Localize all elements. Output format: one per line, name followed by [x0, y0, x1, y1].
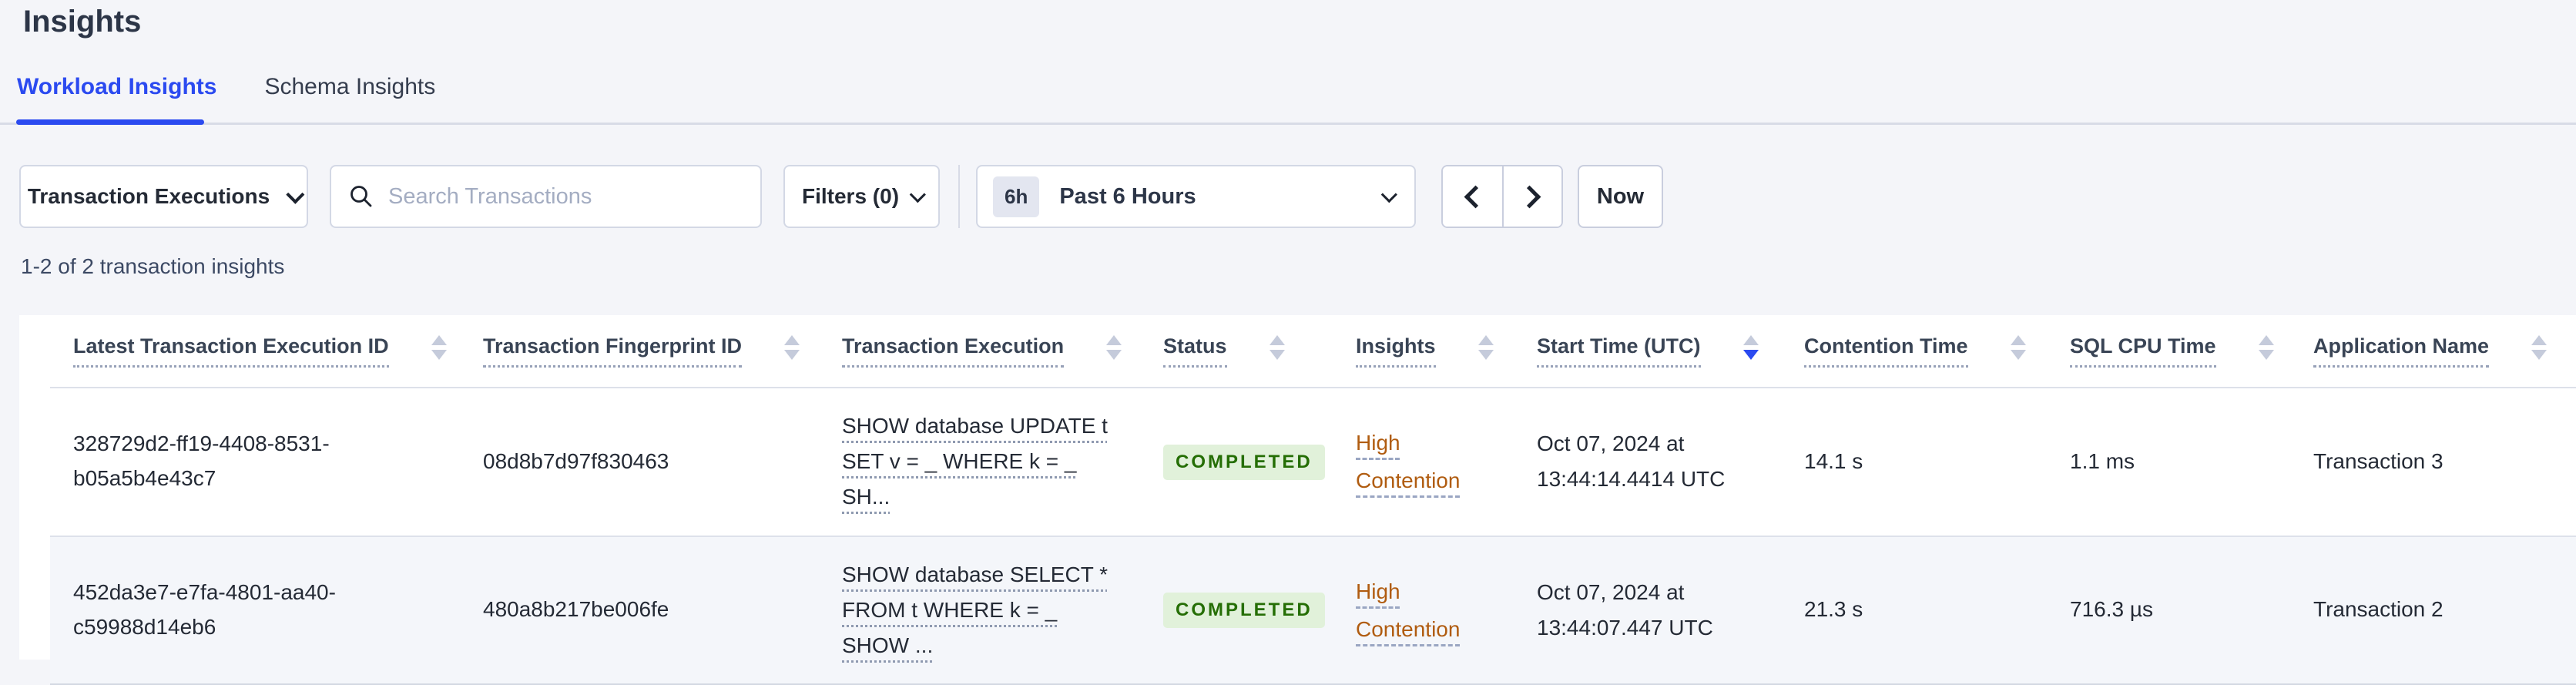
chevron-right-icon	[1518, 185, 1541, 208]
sort-icon	[1478, 334, 1494, 360]
time-range-label: Past 6 Hours	[1059, 183, 1196, 209]
chevron-down-icon	[909, 186, 926, 203]
search-box[interactable]	[330, 165, 762, 228]
tab-bar: Workload Insights Schema Insights	[17, 74, 435, 100]
table-row: 328729d2-ff19-4408-8531-b05a5b4e43c7 08d…	[50, 387, 2576, 536]
filters-button-label: Filters (0)	[801, 184, 900, 208]
status-badge: COMPLETED	[1163, 593, 1325, 629]
column-header-fingerprint-id[interactable]: Transaction Fingerprint ID	[460, 315, 819, 388]
column-header-status[interactable]: Status	[1140, 315, 1333, 388]
insights-table-card: Latest Transaction Execution ID Transact…	[19, 315, 2576, 685]
transaction-execution-link[interactable]: SHOW database UPDATE t SET v = _ WHERE k…	[842, 408, 1119, 515]
tab-divider	[0, 123, 2576, 125]
insight-type-dropdown-label: Transaction Executions	[27, 184, 270, 208]
sort-icon	[431, 334, 447, 360]
tab-workload-insights[interactable]: Workload Insights	[17, 74, 216, 100]
latest-execution-id: 328729d2-ff19-4408-8531-b05a5b4e43c7	[73, 431, 330, 491]
column-header-transaction-execution[interactable]: Transaction Execution	[819, 315, 1140, 388]
sql-cpu-time: 1.1 ms	[2070, 448, 2135, 473]
search-icon	[351, 186, 372, 207]
insight-type-dropdown[interactable]: Transaction Executions	[19, 165, 308, 228]
column-header-contention-time[interactable]: Contention Time	[1781, 315, 2047, 388]
now-button[interactable]: Now	[1578, 165, 1663, 228]
time-range-badge: 6h	[993, 176, 1040, 217]
next-time-range-button[interactable]	[1502, 166, 1561, 227]
fingerprint-id: 480a8b217be006fe	[483, 597, 669, 622]
start-time: Oct 07, 2024 at 13:44:07.447 UTC	[1537, 579, 1713, 640]
sort-icon	[1269, 334, 1285, 360]
column-header-start-time[interactable]: Start Time (UTC)	[1514, 315, 1781, 388]
transaction-execution-link[interactable]: SHOW database SELECT * FROM t WHERE k = …	[842, 557, 1119, 664]
previous-time-range-button[interactable]	[1443, 166, 1502, 227]
chevron-down-icon	[286, 185, 305, 204]
sort-icon	[2531, 334, 2547, 360]
column-header-application-name[interactable]: Application Name	[2290, 315, 2576, 388]
sort-icon-active-desc	[1742, 334, 1759, 360]
insight-link[interactable]: High Contention	[1356, 573, 1491, 648]
sort-icon	[1106, 334, 1122, 360]
results-count: 1-2 of 2 transaction insights	[21, 254, 285, 278]
sort-icon	[784, 334, 800, 360]
column-header-sql-cpu-time[interactable]: SQL CPU Time	[2047, 315, 2290, 388]
table-header-row: Latest Transaction Execution ID Transact…	[50, 315, 2576, 388]
chevron-down-icon	[1380, 186, 1397, 203]
transaction-insights-table: Latest Transaction Execution ID Transact…	[50, 315, 2576, 685]
application-name: Transaction 3	[2313, 448, 2444, 473]
status-badge: COMPLETED	[1163, 444, 1325, 480]
column-header-latest-execution-id[interactable]: Latest Transaction Execution ID	[50, 315, 460, 388]
filters-button[interactable]: Filters (0)	[783, 165, 940, 228]
time-range-dropdown[interactable]: 6h Past 6 Hours	[976, 165, 1416, 228]
fingerprint-id: 08d8b7d97f830463	[483, 448, 669, 473]
sort-icon	[2010, 334, 2026, 360]
active-tab-indicator	[16, 119, 204, 125]
sort-icon	[2258, 334, 2274, 360]
toolbar-divider	[958, 165, 960, 228]
latest-execution-id: 452da3e7-e7fa-4801-aa40-c59988d14eb6	[73, 580, 336, 639]
tab-schema-insights[interactable]: Schema Insights	[264, 74, 435, 100]
sql-cpu-time: 716.3 µs	[2070, 597, 2153, 622]
insight-link[interactable]: High Contention	[1356, 424, 1491, 499]
chevron-left-icon	[1464, 185, 1488, 208]
search-input[interactable]	[388, 183, 743, 210]
table-row: 452da3e7-e7fa-4801-aa40-c59988d14eb6 480…	[50, 535, 2576, 685]
page-title: Insights	[23, 5, 142, 39]
toolbar: Transaction Executions Filters (0) 6h Pa…	[19, 165, 1663, 228]
start-time: Oct 07, 2024 at 13:44:14.4414 UTC	[1537, 431, 1726, 492]
now-button-label: Now	[1596, 183, 1645, 209]
column-header-insights[interactable]: Insights	[1333, 315, 1514, 388]
contention-time: 14.1 s	[1804, 448, 1863, 473]
time-range-pager	[1441, 165, 1563, 228]
contention-time: 21.3 s	[1804, 597, 1863, 622]
application-name: Transaction 2	[2313, 597, 2444, 622]
